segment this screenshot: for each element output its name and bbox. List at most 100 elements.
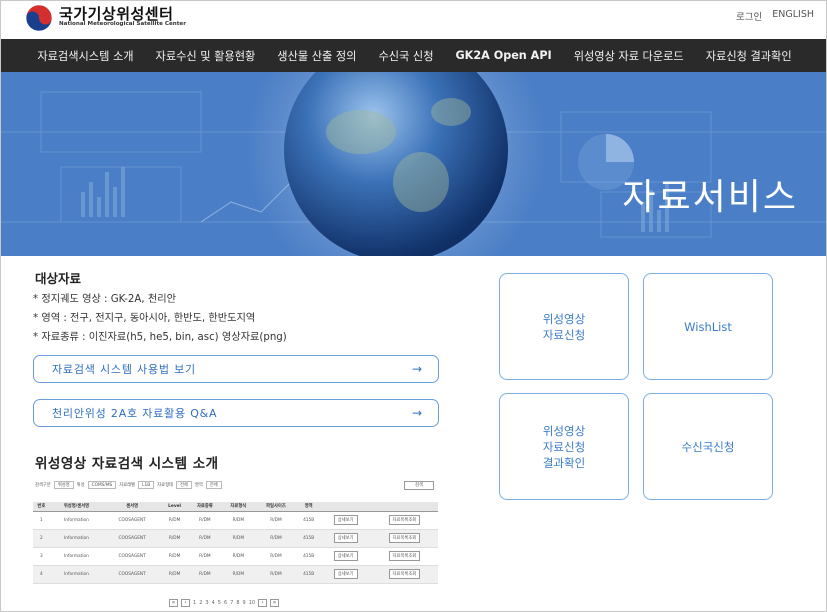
page-number: 8 [236,600,240,606]
table-cell: 415B [296,511,321,530]
table-cell: 3 [33,547,50,566]
table-header-row: 번호 위성명/센서명 센서명 Level 자료종류 자료형식 파일사이즈 영역 [33,502,438,512]
preview-pagination: « ‹ 1 2 3 4 5 6 7 8 9 10 › » [169,599,280,607]
nav-item-station-request[interactable]: 수신국 신청 [367,48,444,64]
filter-label: 영역 [194,483,203,488]
list-button: 자료목록조회 [388,515,421,525]
page-number: 3 [205,600,209,606]
utility-links: 로그인 ENGLISH [736,9,814,23]
table-cell: 415B [296,529,321,548]
table-cell: 자료목록조회 [370,565,438,584]
table-cell: COOSAGENT [103,565,162,584]
column-header: 위성명/센서명 [49,502,104,512]
first-page-icon: « [169,599,178,607]
login-link[interactable]: 로그인 [736,9,762,23]
nav-item-image-download[interactable]: 위성영상 자료 다운로드 [563,48,695,64]
detail-button: 상세보기 [333,515,358,525]
page-number: 10 [248,600,256,606]
page-number: 7 [230,600,234,606]
qa-label: 천리안위성 2A호 자료활용 Q&A [52,407,218,420]
table-cell: R/DM [255,547,297,566]
column-header [370,502,438,512]
site-subtitle: National Meteorological Satellite Center [59,21,186,27]
filter-label: 자료형태 [157,483,173,488]
list-item: 자료종류 : 이진자료(h5, he5, bin, asc) 영상자료(png) [33,328,286,347]
table-row: 4 Information COOSAGENT R/DM R/DM R/DM R… [33,565,438,584]
list-button: 자료목록조회 [388,533,421,543]
table-cell: R/DM [161,511,189,530]
table-cell: R/DM [161,547,189,566]
tile-label: 위성영상 자료신청 [542,311,586,342]
target-data-list: 정지궤도 영상 : GK-2A, 천리안 영역 : 전구, 전지구, 동아시아,… [33,290,287,347]
english-link[interactable]: ENGLISH [772,9,814,23]
filter-label: 검색구분 [35,483,51,488]
table-cell: R/DM [161,529,189,548]
nav-item-open-api[interactable]: GK2A Open API [445,49,563,62]
table-cell: R/DM [255,511,297,530]
system-guide-button[interactable]: 자료검색 시스템 사용법 보기 → [33,355,439,383]
target-data-title: 대상자료 [35,271,82,286]
filter-select: 전체 [205,481,222,489]
column-header [320,502,371,512]
nav-item-system-intro[interactable]: 자료검색시스템 소개 [26,48,144,64]
wishlist-tile[interactable]: WishList [643,273,773,380]
table-cell: R/DM [188,547,222,566]
table-cell: 2 [33,529,50,548]
last-page-icon: » [270,599,280,607]
preview-table: 번호 위성명/센서명 센서명 Level 자료종류 자료형식 파일사이즈 영역 … [33,502,438,584]
column-header: 번호 [33,502,50,512]
table-cell: Information [49,511,104,530]
system-intro-title: 위성영상 자료검색 시스템 소개 [35,456,219,472]
table-cell: 상세보기 [320,547,371,566]
prev-page-icon: ‹ [181,599,190,607]
table-row: 1 Information COOSAGENT R/DM R/DM R/DM R… [33,511,438,530]
list-item: 정지궤도 영상 : GK-2A, 천리안 [33,290,287,309]
nav-item-product-definition[interactable]: 생산물 산출 정의 [266,48,367,64]
column-header: 파일사이즈 [255,502,297,512]
page-number: 5 [217,600,221,606]
request-result-tile[interactable]: 위성영상 자료신청 결과확인 [499,393,629,500]
station-request-tile[interactable]: 수신국신청 [643,393,773,500]
filter-select: L1B [138,481,155,489]
table-cell: R/DM [188,511,222,530]
taegeuk-logo-icon[interactable] [25,4,53,32]
page: 국가기상위성센터 National Meteorological Satelli… [0,0,827,612]
column-header: 영역 [296,502,321,512]
table-cell: R/DM [221,529,256,548]
table-cell: 자료목록조회 [370,547,438,566]
filter-select: 위성명 [53,481,74,489]
page-number: 4 [211,600,215,606]
table-cell: R/DM [161,565,189,584]
table-row: 3 Information COOSAGENT R/DM R/DM R/DM R… [33,547,438,566]
table-cell: 상세보기 [320,529,371,548]
nav-item-reception-status[interactable]: 자료수신 및 활용현황 [145,48,267,64]
arrow-right-icon: → [411,406,422,420]
satellite-image-request-tile[interactable]: 위성영상 자료신청 [499,273,629,380]
tile-label: WishList [684,319,732,334]
hero-banner: 자료서비스 [1,72,826,256]
earth-background-image [1,72,826,256]
preview-filter-bar: 검색구분 위성명 위성 COMS/MS 자료레벨 L1B 자료형태 전체 영역 … [33,478,438,492]
page-number: 6 [223,600,228,606]
table-cell: 상세보기 [320,565,371,584]
table-cell: 4 [33,565,50,584]
preview-search-button: 검색 [404,481,434,490]
table-cell: COOSAGENT [103,547,162,566]
table-cell: COOSAGENT [103,529,162,548]
table-cell: 자료목록조회 [370,529,438,548]
qa-button[interactable]: 천리안위성 2A호 자료활용 Q&A → [33,399,439,427]
nav-item-request-result[interactable]: 자료신청 결과확인 [695,48,803,64]
table-cell: 415B [296,547,321,566]
table-cell: 415B [296,565,321,584]
list-button: 자료목록조회 [388,551,421,561]
detail-button: 상세보기 [333,533,358,543]
column-header: 센서명 [103,502,162,512]
filter-label: 자료레벨 [119,483,136,488]
page-number: 2 [199,600,203,606]
column-header: Level [161,502,189,512]
main-nav: 자료검색시스템 소개 자료수신 및 활용현황 생산물 산출 정의 수신국 신청 … [1,39,826,72]
next-page-icon: › [258,599,268,607]
list-item: 영역 : 전구, 전지구, 동아시아, 한반도, 한반도지역 [33,309,287,328]
detail-button: 상세보기 [333,569,358,579]
table-cell: Information [49,565,104,584]
